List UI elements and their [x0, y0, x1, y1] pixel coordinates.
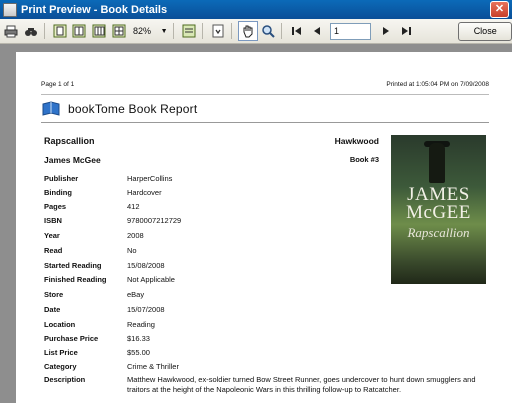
zoom-select[interactable]: 82% ▼: [130, 23, 169, 40]
zoom-icon[interactable]: [260, 22, 278, 40]
app-icon: [3, 2, 17, 17]
description-text: Matthew Hawkwood, ex-soldier turned Bow …: [127, 375, 476, 394]
detail-value: Hardcover: [127, 188, 162, 197]
book-cover-image: JAMES McGEE Rapscallion: [391, 135, 486, 284]
detail-label: ISBN: [44, 216, 62, 225]
series-name: Hawkwood: [334, 136, 379, 146]
series-number: Book #3: [349, 155, 379, 164]
next-page-icon[interactable]: [377, 22, 395, 40]
hand-tool-icon[interactable]: [237, 21, 258, 41]
detail-value: No: [127, 246, 137, 255]
detail-label: List Price: [44, 348, 78, 357]
detail-label: Read: [44, 246, 63, 255]
detail-label: Publisher: [44, 174, 79, 183]
print-icon[interactable]: [2, 22, 20, 40]
window-title: Print Preview - Book Details: [21, 3, 168, 16]
printed-timestamp: Printed at 1:05:04 PM on 7/09/2008: [386, 81, 489, 88]
detail-value: Crime & Thriller: [127, 362, 179, 371]
book-author: James McGee: [44, 155, 101, 165]
detail-value: 15/08/2008: [127, 261, 165, 270]
divider: [41, 94, 489, 95]
cover-figure: [429, 143, 445, 183]
detail-label: Started Reading: [44, 261, 102, 270]
toolbar-separator: [173, 23, 175, 39]
toolbar-separator: [281, 23, 283, 39]
chevron-down-icon[interactable]: ▼: [159, 28, 169, 35]
divider: [41, 122, 489, 123]
page-setup-icon[interactable]: [180, 22, 198, 40]
three-page-icon[interactable]: [90, 22, 108, 40]
detail-value: 412: [127, 202, 140, 211]
detail-value: 15/07/2008: [127, 305, 165, 314]
title-bar: Print Preview - Book Details ✕: [0, 0, 512, 19]
detail-label: Date: [44, 305, 61, 314]
toolbar-separator: [230, 23, 232, 39]
zoom-value: 82%: [133, 26, 152, 36]
description-label: Description: [44, 375, 86, 384]
report-title: bookTome Book Report: [68, 102, 198, 116]
one-page-icon[interactable]: [51, 22, 69, 40]
detail-value: Reading: [127, 320, 155, 329]
book-icon: [41, 101, 61, 122]
detail-label: Location: [44, 320, 76, 329]
detail-label: Pages: [44, 202, 67, 211]
detail-value: HarperCollins: [127, 174, 173, 183]
export-icon[interactable]: [209, 22, 227, 40]
detail-label: Binding: [44, 188, 72, 197]
close-button[interactable]: Close: [458, 21, 512, 41]
toolbar: 82% ▼ 1 Close: [0, 19, 512, 44]
detail-label: Year: [44, 231, 60, 240]
prev-page-icon[interactable]: [308, 22, 326, 40]
page-count: Page 1 of 1: [41, 81, 75, 88]
find-icon[interactable]: [22, 22, 40, 40]
report-page: Page 1 of 1 Printed at 1:05:04 PM on 7/0…: [16, 52, 512, 403]
detail-value: Not Applicable: [127, 275, 175, 284]
detail-value: 2008: [127, 231, 144, 240]
toolbar-separator: [43, 23, 45, 39]
cover-author-text: JAMES McGEE: [406, 184, 471, 223]
first-page-icon[interactable]: [288, 22, 306, 40]
detail-label: Category: [44, 362, 77, 371]
detail-label: Finished Reading: [44, 275, 107, 284]
preview-viewport[interactable]: Page 1 of 1 Printed at 1:05:04 PM on 7/0…: [0, 44, 512, 403]
detail-label: Purchase Price: [44, 334, 99, 343]
detail-value: 9780007212729: [127, 216, 182, 225]
detail-value: $16.33: [127, 334, 150, 343]
window-close-button[interactable]: ✕: [490, 1, 509, 18]
detail-value: eBay: [127, 290, 145, 299]
last-page-icon[interactable]: [397, 22, 415, 40]
detail-label: Store: [44, 290, 64, 299]
cover-title-text: Rapscallion: [407, 225, 470, 240]
four-page-icon[interactable]: [110, 22, 128, 40]
toolbar-separator: [201, 23, 203, 39]
two-page-icon[interactable]: [71, 22, 89, 40]
detail-value: $55.00: [127, 348, 150, 357]
page-number-input[interactable]: 1: [330, 22, 371, 40]
book-title: Rapscallion: [44, 136, 95, 146]
